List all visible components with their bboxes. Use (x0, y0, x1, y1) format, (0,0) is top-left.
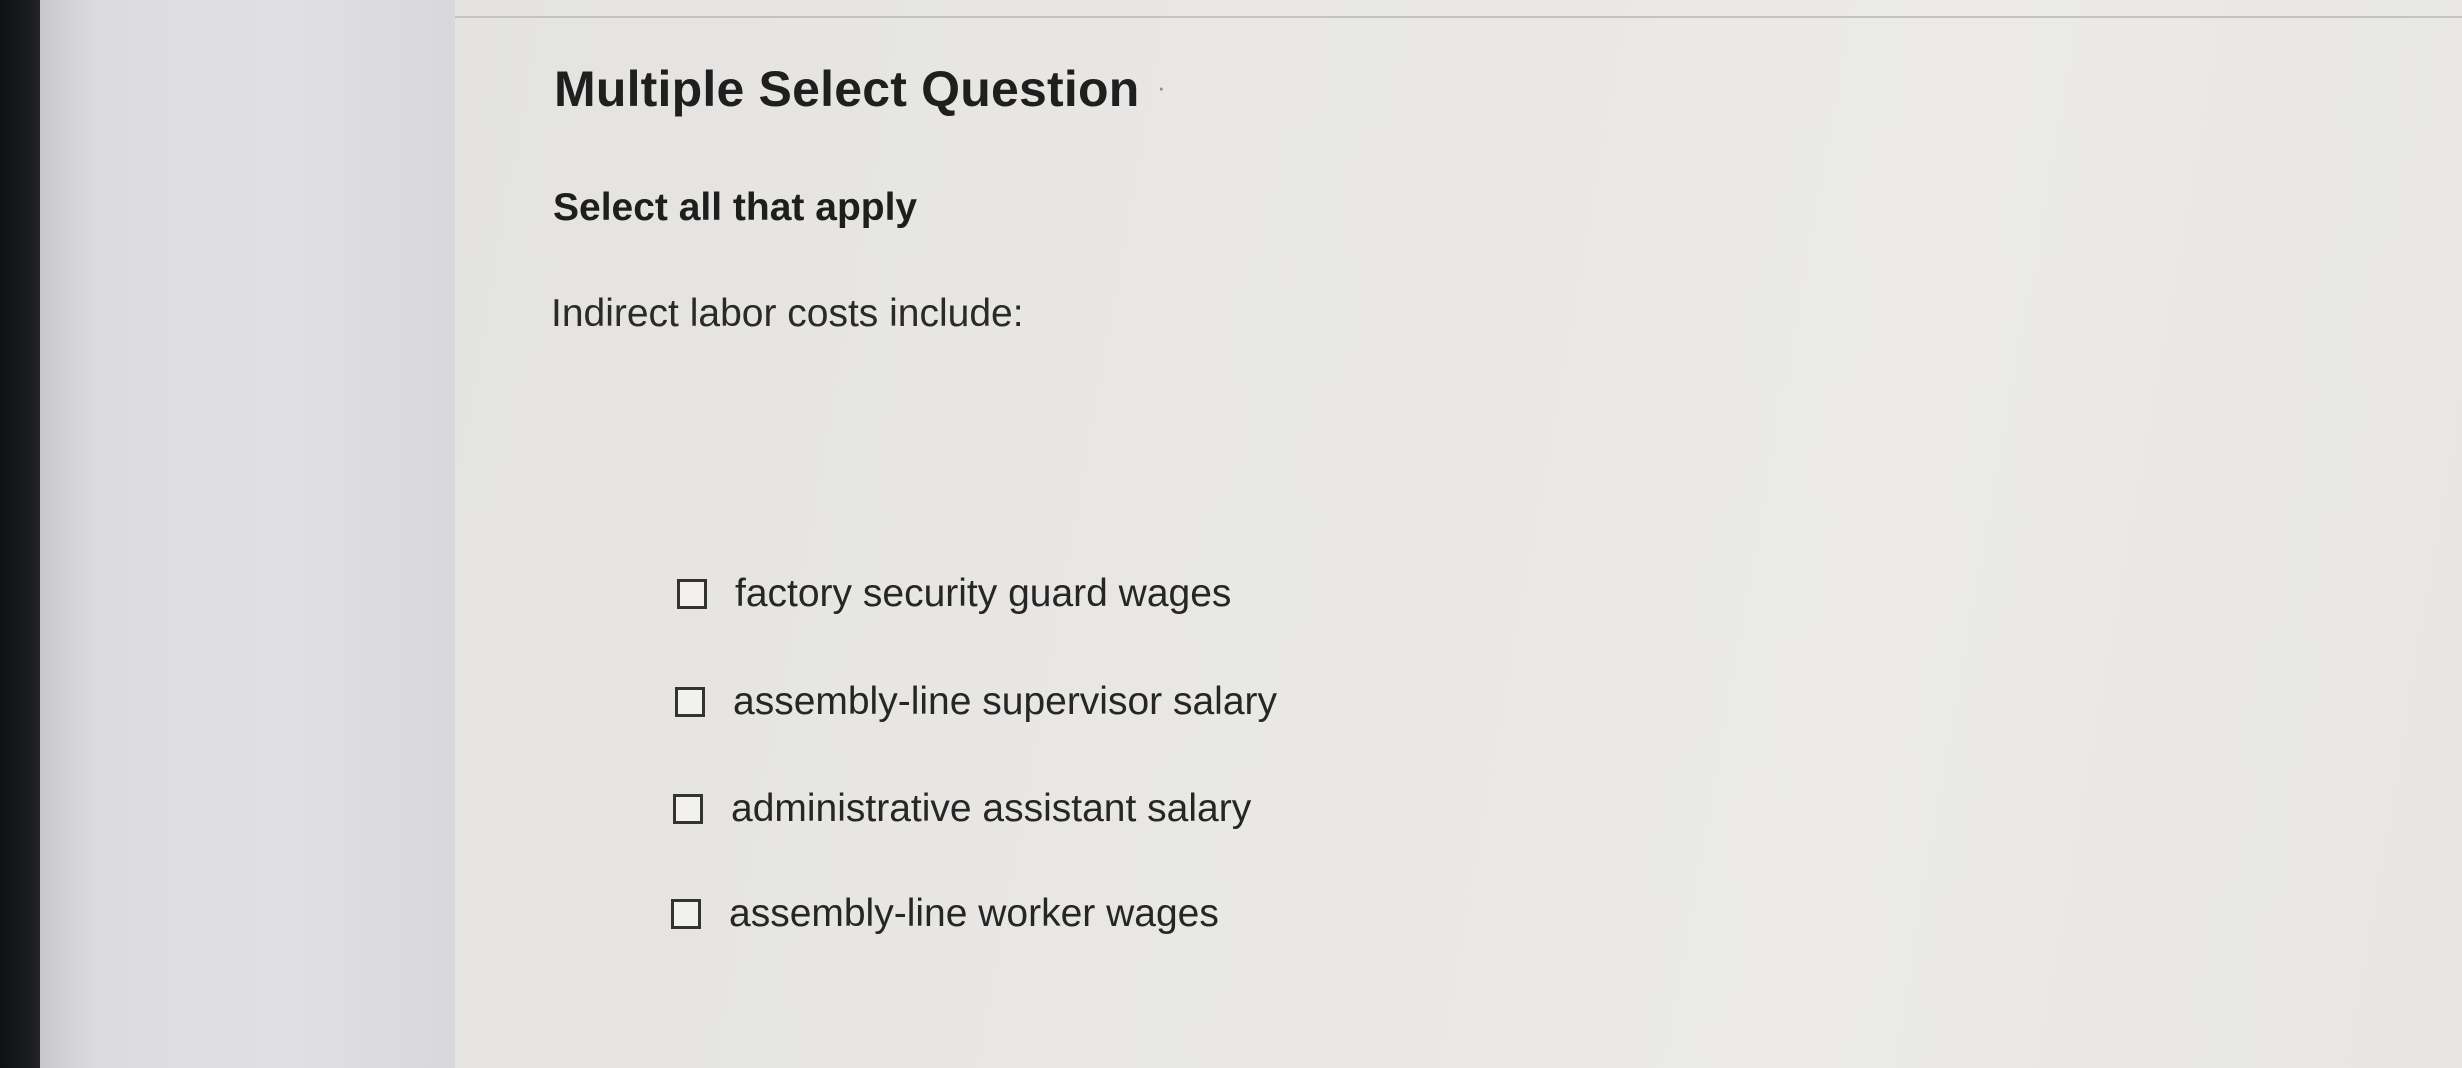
question-prompt: Indirect labor costs include: (551, 292, 1024, 335)
question-instruction: Select all that apply (553, 186, 918, 229)
choice-label: administrative assistant salary (731, 787, 1252, 830)
header-divider (455, 16, 2462, 18)
choice-label: factory security guard wages (735, 572, 1232, 615)
checkbox-icon[interactable] (671, 899, 701, 929)
choice-factory-security-guard-wages[interactable]: factory security guard wages (677, 572, 1231, 616)
choice-administrative-assistant-salary[interactable]: administrative assistant salary (673, 787, 1251, 831)
choice-assembly-line-supervisor-salary[interactable]: assembly-line supervisor salary (675, 680, 1277, 724)
choice-assembly-line-worker-wages[interactable]: assembly-line worker wages (671, 892, 1219, 936)
title-dot-icon: · (1157, 72, 1166, 102)
checkbox-icon[interactable] (675, 687, 705, 717)
choice-label: assembly-line worker wages (729, 892, 1219, 935)
choice-label: assembly-line supervisor salary (733, 680, 1278, 723)
checkbox-icon[interactable] (677, 579, 707, 609)
left-sidebar-panel (40, 0, 455, 1068)
question-type-title: Multiple Select Question (554, 61, 1140, 117)
checkbox-icon[interactable] (673, 794, 703, 824)
question-content: Multiple Select Question · Select all th… (455, 0, 2462, 1068)
